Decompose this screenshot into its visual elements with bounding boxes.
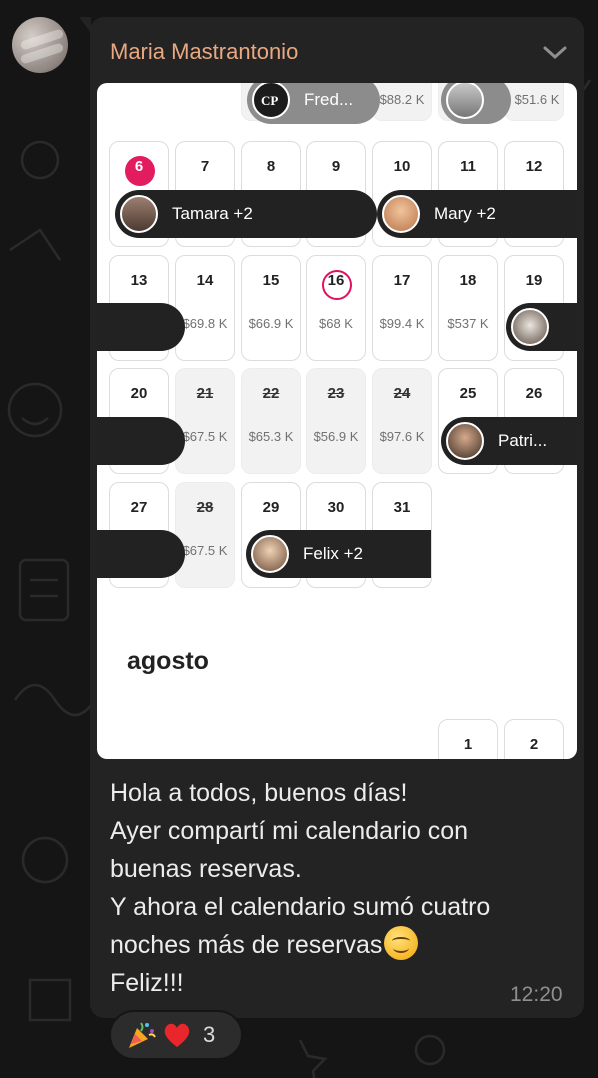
day-number: 13 (130, 272, 148, 289)
day-number: 11 (460, 158, 476, 175)
calendar-screenshot-image[interactable]: $88.2 K $51.6 K CP Fred... 6 7 8 9 10 11 12 13 1… (97, 83, 577, 759)
booking-pill-tamara: Tamara +2 (115, 190, 377, 238)
reaction-count: 3 (203, 1022, 216, 1047)
guest-avatar: CP (252, 83, 290, 119)
reactions-bar[interactable]: 3 (109, 1010, 243, 1060)
sender-name[interactable]: Maria Mastrantonio (110, 39, 298, 65)
guest-avatar (251, 535, 289, 573)
day-number: 6 (134, 158, 144, 175)
day-number: 20 (130, 385, 148, 402)
booking-pill (97, 530, 185, 578)
red-heart-icon (159, 1017, 195, 1053)
booking-pill (506, 303, 577, 351)
booking-pill-mary: Mary +2 (377, 190, 577, 238)
message-line: Feliz!!! (110, 969, 184, 997)
calendar-day-cell[interactable]: 22 $65.3 K (241, 368, 301, 474)
day-number: 31 (393, 499, 411, 516)
day-number: 2 (529, 736, 539, 753)
day-number: 17 (393, 272, 411, 289)
day-number: 19 (525, 272, 543, 289)
day-price: $65.3 K (248, 429, 294, 444)
booking-label: Mary +2 (434, 204, 496, 223)
sender-avatar[interactable] (12, 17, 68, 73)
message-timestamp: 12:20 (510, 983, 563, 1006)
calendar-day-cell[interactable]: 28 $67.5 K (175, 482, 235, 588)
calendar-day-cell[interactable]: 15 $66.9 K (241, 255, 301, 361)
day-number: 28 (196, 499, 214, 516)
day-number: 1 (463, 736, 473, 753)
day-number: 22 (262, 385, 280, 402)
booking-label: Fred... (304, 90, 354, 109)
message-line: buenas reservas. (110, 855, 302, 883)
day-price: $88.2 K (379, 92, 425, 107)
guest-avatar (120, 195, 158, 233)
booking-label: Felix +2 (303, 544, 363, 563)
booking-pill (97, 417, 185, 465)
day-price: $51.6 K (514, 92, 560, 107)
day-number: 18 (459, 272, 477, 289)
day-price: $97.6 K (379, 429, 425, 444)
day-number: 25 (459, 385, 477, 402)
guest-avatar (446, 83, 484, 119)
calendar-day-cell[interactable]: 18 $537 K (438, 255, 498, 361)
day-price: $99.4 K (379, 316, 425, 331)
day-number: 9 (331, 158, 341, 175)
svg-text:CP: CP (261, 93, 278, 108)
day-number: 12 (525, 158, 543, 175)
day-price: $537 K (447, 316, 489, 331)
day-price: $68 K (319, 316, 353, 331)
day-number: 15 (262, 272, 280, 289)
day-number: 24 (393, 385, 411, 402)
message-line: Y ahora el calendario sumó cuatro (110, 893, 491, 921)
calendar-day-cell[interactable]: 23 $56.9 K (306, 368, 366, 474)
cp-logo-icon: CP (261, 93, 278, 108)
calendar-day-cell: 1 (438, 719, 498, 759)
party-popper-icon (123, 1017, 159, 1053)
day-number: 14 (196, 272, 214, 289)
calendar-day-cell: 2 (504, 719, 564, 759)
smiling-face-emoji-icon (384, 926, 419, 960)
day-number: 8 (266, 158, 276, 175)
message-text: Hola a todos, buenos días! Ayer compartí… (110, 774, 570, 1002)
day-number: 7 (200, 158, 210, 175)
chevron-down-icon[interactable] (542, 45, 568, 61)
calendar-day-cell: $88.2 K (372, 83, 432, 121)
day-number: 27 (130, 499, 148, 516)
booking-label: Tamara +2 (172, 204, 253, 223)
month-heading: agosto (127, 647, 209, 675)
day-number: 29 (262, 499, 280, 516)
guest-avatar (511, 308, 549, 346)
booking-label: Patri... (498, 431, 548, 450)
message-line: Ayer compartí mi calendario con (110, 817, 469, 845)
guest-avatar (446, 422, 484, 460)
calendar-day-cell: $51.6 K (504, 83, 564, 121)
message-line-with-emoji: noches más de reservas (110, 926, 570, 964)
calendar-day-cell[interactable]: 14 $69.8 K (175, 255, 235, 361)
day-number: 21 (196, 385, 214, 402)
day-number: 30 (327, 499, 345, 516)
calendar-day-cell[interactable]: 16 $68 K (306, 255, 366, 361)
day-number: 16 (327, 272, 345, 289)
day-price: $66.9 K (248, 316, 294, 331)
calendar-day-cell[interactable]: 21 $67.5 K (175, 368, 235, 474)
day-number: 26 (525, 385, 543, 402)
guest-avatar (382, 195, 420, 233)
message-line: noches más de reservas (110, 931, 383, 959)
calendar-day-cell[interactable]: 17 $99.4 K (372, 255, 432, 361)
day-number: 10 (393, 158, 411, 175)
calendar-day-cell[interactable]: 24 $97.6 K (372, 368, 432, 474)
booking-pill: CP Fred... (247, 83, 380, 124)
day-price: $56.9 K (313, 429, 359, 444)
message-line: Hola a todos, buenos días! (110, 779, 408, 807)
booking-pill-felix: Felix +2 (246, 530, 431, 578)
booking-pill-patri: Patri... (441, 417, 577, 465)
booking-pill (97, 303, 185, 351)
message-bubble[interactable]: Maria Mastrantonio $88.2 K $51.6 K CP Fr… (79, 17, 584, 1018)
day-number: 23 (327, 385, 345, 402)
booking-pill (441, 83, 511, 124)
